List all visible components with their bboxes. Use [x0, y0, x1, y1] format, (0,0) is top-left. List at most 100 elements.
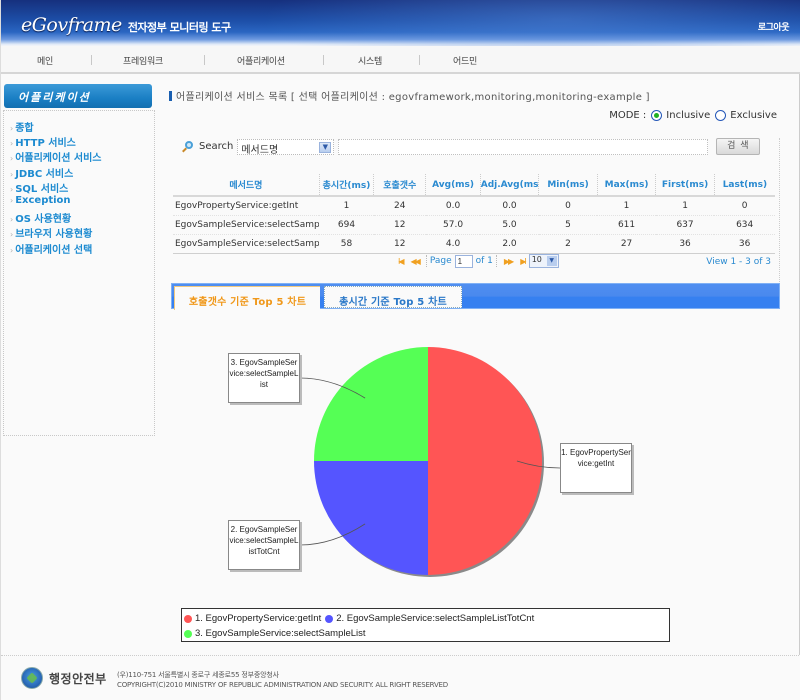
search-button[interactable]: 검 색 [716, 138, 761, 155]
cell-last: 36 [714, 234, 775, 254]
cell-min: 2 [538, 234, 598, 254]
column-header[interactable]: 호출갯수 [373, 174, 427, 197]
page-count-label: of 1 [475, 256, 493, 266]
sidebar-title: 어플리케이션 [4, 84, 152, 108]
column-header[interactable]: Adj.Avg(ms) [480, 174, 540, 197]
mode-exclusive-label[interactable]: Exclusive [730, 110, 777, 121]
search-field-value: 메서드명 [241, 144, 279, 156]
bullet-icon: › [10, 124, 14, 133]
column-header[interactable]: 메서드명 [173, 174, 320, 197]
cell-call-count: 12 [373, 215, 426, 235]
header-decoration [261, 0, 800, 46]
bullet-icon: › [10, 215, 14, 225]
sidebar-item-label: HTTP 서비스 [15, 138, 76, 150]
legend-label: 1. EgovPropertyService:getInt [195, 613, 322, 624]
nav-item-main[interactable]: 메인 [37, 54, 53, 67]
sidebar-item-os[interactable]: › OS 사용현황 [10, 210, 102, 225]
cell-avg: 4.0 [425, 234, 481, 254]
legend-swatch [184, 614, 192, 623]
logout-link[interactable]: 로그아웃 [758, 20, 790, 33]
search-icon [181, 140, 195, 154]
first-page-icon[interactable]: I◀ [398, 257, 404, 266]
bullet-icon: › [10, 154, 14, 164]
column-header[interactable]: First(ms) [655, 174, 715, 197]
nav-divider [91, 55, 92, 65]
bullet-icon: › [10, 245, 14, 255]
page-number-input[interactable] [454, 254, 473, 268]
column-header[interactable]: Avg(ms) [425, 174, 481, 197]
bullet-icon: › [10, 139, 14, 149]
legend-entry-2: 2. EgovSampleService:selectSampleListTot… [325, 613, 534, 624]
logo[interactable]: eGovframe 전자정부 모니터링 도구 [21, 14, 231, 36]
legend-label: 3. EgovSampleService:selectSampleList [195, 628, 366, 639]
page-size-select[interactable]: 10 ▼ [528, 254, 559, 268]
slice-label-text: 1. EgovPropertyService:getInt [561, 448, 631, 468]
next-page-icon[interactable]: ▶▶ [504, 257, 514, 266]
tab-total-time-top5[interactable]: 총시간 기준 Top 5 차트 [324, 286, 462, 308]
mode-inclusive-label[interactable]: Inclusive [666, 110, 710, 121]
cell-first: 1 [655, 196, 715, 216]
top-nav: 메인 프레임워크 어플리케이션 시스템 어드민 [1, 46, 800, 74]
column-header[interactable]: Min(ms) [538, 174, 598, 197]
view-info: View 1 - 3 of 3 [706, 257, 771, 267]
sidebar-item-http[interactable]: › HTTP 서비스 [10, 134, 102, 149]
sidebar-item-app-service[interactable]: › 어플리케이션 서비스 [10, 149, 102, 164]
cell-last: 0 [714, 196, 775, 216]
mode-exclusive-radio[interactable] [715, 110, 727, 121]
sidebar-item-sql[interactable]: › SQL 서비스 [10, 180, 102, 195]
nav-item-framework[interactable]: 프레임워크 [123, 54, 163, 67]
slice-label-text: 2. EgovSampleService:selectSampleListTot… [229, 525, 299, 556]
sidebar-item-browser[interactable]: › 브라우저 사용현황 [10, 225, 102, 240]
sidebar-item-app-select[interactable]: › 어플리케이션 선택 [10, 241, 102, 256]
legend-entry-3: 3. EgovSampleService:selectSampleList [184, 628, 366, 639]
page-title: 어플리케이션 서비스 목록 [ 선택 어플리케이션 : egovframewor… [169, 88, 650, 103]
sidebar-item-summary[interactable]: › 종합 [10, 119, 102, 134]
government-emblem-icon [21, 667, 43, 689]
search-label: Search [199, 141, 234, 152]
last-page-icon[interactable]: ▶I [520, 257, 526, 266]
column-header[interactable]: 총시간(ms) [319, 174, 375, 197]
cell-total-time: 58 [319, 234, 374, 254]
cell-first: 36 [655, 234, 715, 254]
sidebar-item-label: 어플리케이션 선택 [15, 244, 93, 256]
cell-adj-avg: 0.0 [480, 196, 539, 216]
mode-inclusive-radio[interactable] [651, 110, 663, 121]
table-row[interactable]: EgovSampleService:selectSampleLi 694 12 … [173, 215, 775, 235]
column-header[interactable]: Max(ms) [597, 174, 657, 197]
pager: I◀ ◀◀ Page of 1 ▶▶ ▶I 10 ▼ [394, 254, 559, 268]
sidebar-item-label: 브라우저 사용현황 [15, 229, 93, 241]
cell-first: 637 [655, 215, 715, 235]
sidebar: › 종합 › HTTP 서비스 › 어플리케이션 서비스 › JDBC 서비스 › SQL… [3, 110, 155, 436]
page-size-value: 10 [531, 255, 542, 264]
legend-swatch [184, 629, 192, 638]
pie-slice-2[interactable] [314, 461, 428, 575]
search-bar: Search 메서드명 ▼ 검 색 [181, 138, 761, 156]
sidebar-item-label: 종합 [15, 123, 34, 134]
prev-page-icon[interactable]: ◀◀ [411, 257, 421, 266]
pie-slice-3[interactable] [314, 347, 428, 461]
service-table: 메서드명 총시간(ms) 호출갯수 Avg(ms) Adj.Avg(ms) Mi… [173, 174, 775, 254]
slice-label-1: 1. EgovPropertyService:getInt [560, 443, 632, 493]
cell-adj-avg: 2.0 [480, 234, 539, 254]
chart-legend: 1. EgovPropertyService:getInt 2. EgovSam… [181, 608, 670, 642]
table-row[interactable]: EgovPropertyService:getInt 1 24 0.0 0.0 … [173, 196, 775, 216]
nav-item-system[interactable]: 시스템 [358, 54, 382, 67]
app-window: eGovframe 전자정부 모니터링 도구 로그아웃 메인 프레임워크 어플리… [0, 0, 800, 700]
tab-call-count-top5[interactable]: 호출갯수 기준 Top 5 차트 [174, 286, 320, 310]
search-field-select[interactable]: 메서드명 ▼ [237, 138, 335, 156]
table-row[interactable]: EgovSampleService:selectSampleLi 58 12 4… [173, 234, 775, 254]
search-input[interactable] [338, 138, 709, 155]
cell-avg: 0.0 [425, 196, 481, 216]
nav-item-admin[interactable]: 어드민 [453, 54, 477, 67]
pie-slice-1[interactable] [428, 347, 542, 575]
cell-total-time: 1 [319, 196, 374, 216]
slice-label-text: 3. EgovSampleService:selectSampleList [229, 358, 299, 389]
column-header[interactable]: Last(ms) [714, 174, 775, 197]
sidebar-item-jdbc[interactable]: › JDBC 서비스 [10, 165, 102, 180]
nav-item-application[interactable]: 어플리케이션 [237, 54, 285, 67]
pager-divider [425, 255, 427, 267]
title-bar-icon [169, 91, 172, 101]
legend-label: 2. EgovSampleService:selectSampleListTot… [336, 613, 535, 624]
mode-label: MODE : [609, 110, 647, 121]
sidebar-item-exception[interactable]: › Exception [10, 195, 102, 210]
